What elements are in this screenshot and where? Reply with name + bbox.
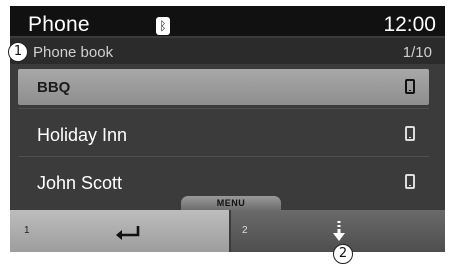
callout-2: 2 xyxy=(333,244,353,264)
callout-1: 1 xyxy=(8,42,28,62)
mobile-phone-icon xyxy=(405,126,415,141)
contact-name: BBQ xyxy=(37,79,71,96)
clock: 12:00 xyxy=(383,13,436,36)
button-number: 2 xyxy=(242,225,248,236)
row-divider xyxy=(18,108,429,109)
contact-row-john-scott[interactable]: John Scott xyxy=(18,164,429,200)
button-number: 1 xyxy=(24,225,30,236)
contact-name: John Scott xyxy=(37,173,123,193)
bluetooth-icon: ᛒ xyxy=(156,17,170,35)
row-divider xyxy=(18,156,429,157)
back-arrow-icon xyxy=(116,226,140,240)
app-title: Phone xyxy=(28,13,90,36)
mobile-phone-icon xyxy=(405,174,415,189)
contact-name: Holiday Inn xyxy=(37,125,128,145)
title-bar: Phone ᛒ 12:00 xyxy=(10,6,445,36)
menu-tab[interactable]: MENU xyxy=(181,196,281,210)
phonebook-title: Phone book xyxy=(33,44,114,61)
page-counter: 1/10 xyxy=(402,44,432,61)
phone-screen: Phone ᛒ 12:00 1 Phone book 1/10 BBQ Holi… xyxy=(0,0,449,266)
mobile-phone-icon xyxy=(405,79,415,94)
contact-row-bbq[interactable]: BBQ xyxy=(18,69,429,105)
contact-row-holiday-inn[interactable]: Holiday Inn xyxy=(18,116,429,152)
back-button[interactable]: 1 xyxy=(10,210,229,252)
download-arrow-icon xyxy=(333,221,345,241)
